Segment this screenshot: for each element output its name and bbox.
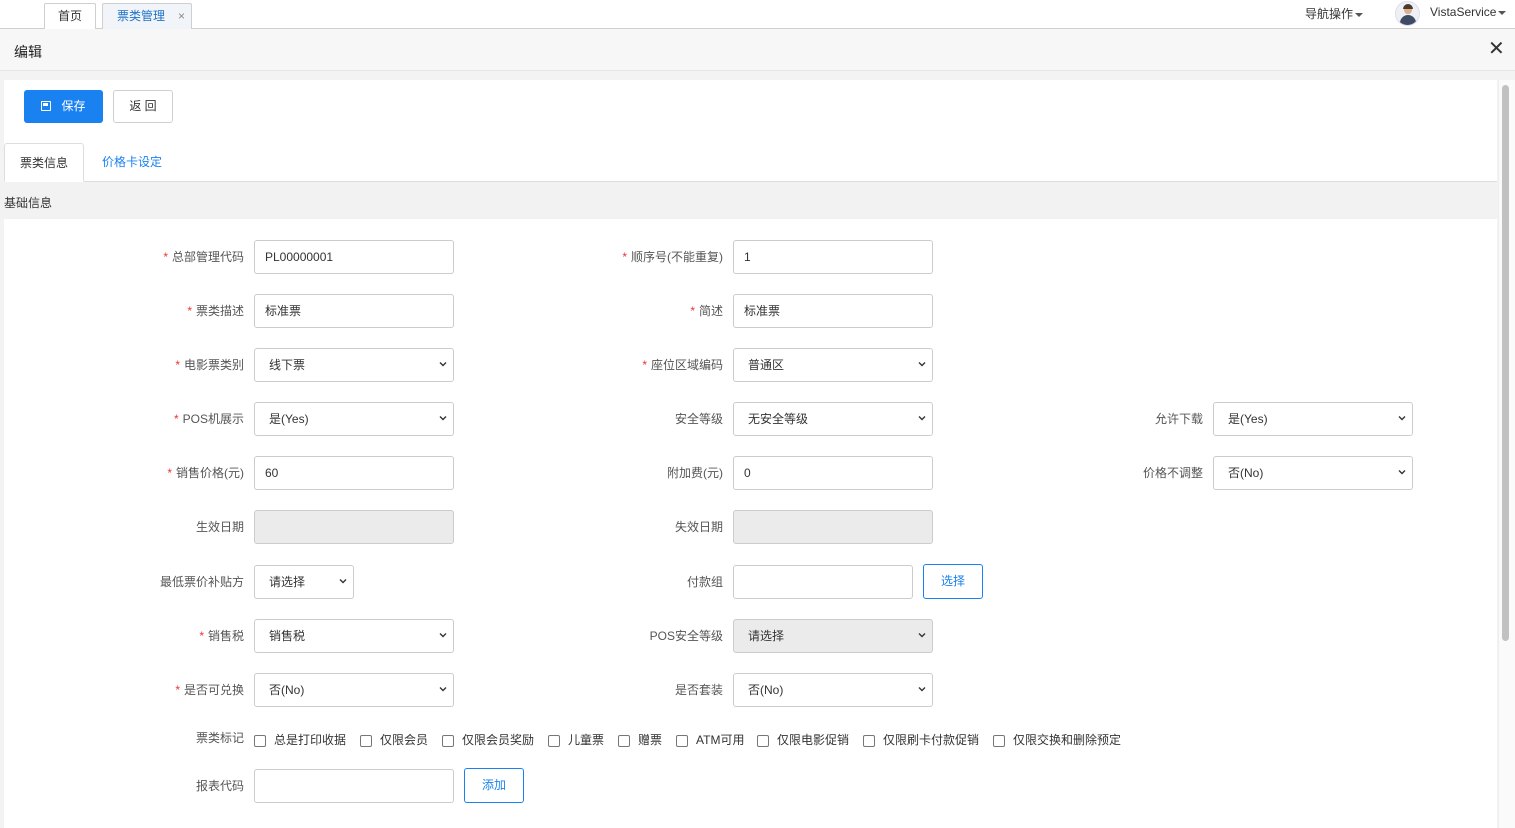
add-report-code-button[interactable]: 添加: [464, 768, 524, 803]
flag-member-rewards-only[interactable]: 仅限会员奖励: [442, 733, 534, 747]
surcharge-label: 附加费(元): [667, 466, 723, 480]
allow-download-select[interactable]: 是(Yes): [1213, 402, 1413, 436]
exchangeable-label: * 是否可兑换: [175, 683, 244, 697]
film-ticket-type-label: * 电影票类别: [175, 358, 244, 372]
short-desc-input[interactable]: 标准票: [733, 294, 933, 328]
tab-ticket-type-management[interactable]: 票类管理 ×: [102, 3, 192, 30]
payment-group-input[interactable]: [733, 565, 913, 599]
ticket-desc-label: * 票类描述: [187, 304, 244, 318]
nav-operations-label: 导航操作: [1305, 7, 1354, 21]
price-no-adjust-label: 价格不调整: [1142, 466, 1203, 480]
save-icon: [41, 101, 52, 111]
pos-display-select[interactable]: 是(Yes): [254, 402, 454, 436]
chevron-down-icon: [439, 633, 447, 638]
tab-label: 票类管理: [117, 9, 166, 23]
checkbox[interactable]: [618, 735, 630, 747]
expire-date-input: [733, 510, 933, 544]
save-label: 保存: [61, 99, 86, 113]
min-price-subsidy-label: 最低票价补贴方: [159, 575, 244, 589]
sale-price-label: * 销售价格(元): [167, 466, 244, 480]
report-code-input[interactable]: [254, 769, 454, 803]
flag-atm-available[interactable]: ATM可用: [676, 733, 744, 747]
tab-home[interactable]: 首页: [44, 3, 96, 29]
checkbox[interactable]: [442, 735, 454, 747]
checkbox[interactable]: [993, 735, 1005, 747]
tab-close-icon[interactable]: ×: [178, 4, 185, 28]
chevron-down-icon: [439, 687, 447, 692]
flag-card-payment-promo-only[interactable]: 仅限刷卡付款促销: [863, 733, 979, 747]
short-desc-label: * 简述: [690, 304, 723, 318]
tab-price-card-settings[interactable]: 价格卡设定: [90, 143, 174, 182]
allow-download-label: 允许下载: [1154, 412, 1203, 426]
chevron-down-icon: [439, 416, 447, 421]
surcharge-input[interactable]: 0: [733, 456, 933, 490]
dialog-header: 编辑 ✕: [0, 29, 1515, 71]
pos-display-label: * POS机展示: [173, 412, 244, 426]
page-title: 编辑: [14, 44, 42, 60]
hq-code-label: * 总部管理代码: [163, 250, 244, 264]
security-level-select[interactable]: 无安全等级: [733, 402, 933, 436]
seat-area-code-label: * 座位区域编码: [642, 358, 723, 372]
chevron-down-icon: [918, 416, 926, 421]
chevron-down-icon: [918, 687, 926, 692]
report-code-label: 报表代码: [195, 779, 244, 793]
section-title: 基础信息: [4, 196, 53, 210]
checkbox[interactable]: [360, 735, 372, 747]
scrollbar-thumb[interactable]: [1502, 85, 1509, 641]
flag-exchange-delete-booking-only[interactable]: 仅限交换和删除预定: [993, 733, 1121, 747]
tab-ticket-info[interactable]: 票类信息: [4, 143, 84, 182]
seat-area-code-select[interactable]: 普通区: [733, 348, 933, 382]
chevron-down-icon: [1398, 470, 1406, 475]
sales-tax-label: * 销售税: [199, 629, 244, 643]
checkbox[interactable]: [254, 735, 266, 747]
pos-security-level-label: POS安全等级: [649, 629, 723, 643]
checkbox[interactable]: [757, 735, 769, 747]
chevron-down-icon: [439, 362, 447, 367]
chevron-down-icon: [918, 362, 926, 367]
chevron-down-icon: [1398, 416, 1406, 421]
checkbox[interactable]: [548, 735, 560, 747]
seq-no-input[interactable]: 1: [733, 240, 933, 274]
film-ticket-type-select[interactable]: 线下票: [254, 348, 454, 382]
checkbox[interactable]: [863, 735, 875, 747]
exchangeable-select[interactable]: 否(No): [254, 673, 454, 707]
effective-date-label: 生效日期: [195, 520, 244, 534]
pos-security-level-select: 请选择: [733, 619, 933, 653]
close-icon[interactable]: ✕: [1488, 37, 1505, 61]
caret-down-icon: [1498, 10, 1507, 15]
seq-no-label: * 顺序号(不能重复): [622, 250, 723, 264]
flag-child-ticket[interactable]: 儿童票: [548, 733, 604, 747]
sale-price-input[interactable]: 60: [254, 456, 454, 490]
select-payment-group-button[interactable]: 选择: [923, 564, 983, 599]
is-package-select[interactable]: 否(No): [733, 673, 933, 707]
payment-group-label: 付款组: [686, 575, 723, 589]
effective-date-input: [254, 510, 454, 544]
avatar[interactable]: [1395, 1, 1420, 26]
flag-film-promo-only[interactable]: 仅限电影促销: [757, 733, 849, 747]
user-menu[interactable]: VistaService: [1430, 5, 1507, 19]
save-button[interactable]: 保存: [24, 90, 103, 123]
is-package-label: 是否套装: [674, 683, 723, 697]
ticket-flags-label: 票类标记: [195, 731, 244, 745]
chevron-down-icon: [339, 579, 347, 584]
caret-down-icon: [1355, 12, 1364, 17]
flag-members-only[interactable]: 仅限会员: [360, 733, 428, 747]
chevron-down-icon: [918, 633, 926, 638]
expire-date-label: 失效日期: [674, 520, 723, 534]
top-tab-bar: 首页 票类管理 × 导航操作 VistaService: [0, 0, 1515, 30]
user-name: VistaService: [1430, 5, 1497, 19]
ticket-desc-input[interactable]: 标准票: [254, 294, 454, 328]
back-button[interactable]: 返 回: [113, 90, 173, 123]
hq-code-input[interactable]: PL00000001: [254, 240, 454, 274]
flag-complimentary[interactable]: 赠票: [618, 733, 662, 747]
min-price-subsidy-select[interactable]: 请选择: [254, 565, 354, 599]
sales-tax-select[interactable]: 销售税: [254, 619, 454, 653]
nav-operations-menu[interactable]: 导航操作: [1305, 5, 1364, 22]
flag-always-print-receipt[interactable]: 总是打印收据: [254, 733, 346, 747]
section-header: 基础信息: [0, 182, 1497, 219]
security-level-label: 安全等级: [674, 412, 723, 426]
price-no-adjust-select[interactable]: 否(No): [1213, 456, 1413, 490]
checkbox[interactable]: [676, 735, 688, 747]
